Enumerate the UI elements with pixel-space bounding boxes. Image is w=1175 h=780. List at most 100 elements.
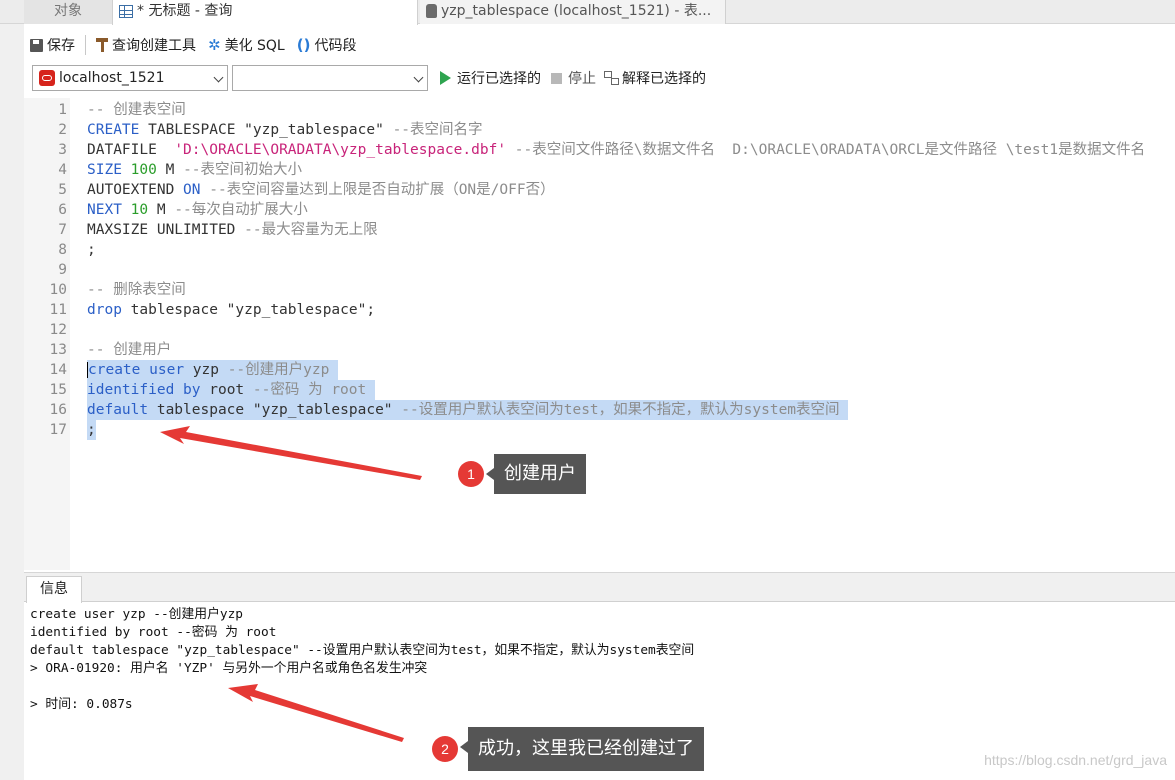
chevron-down-icon — [413, 72, 424, 83]
code-text: AUTOEXTEND — [87, 182, 184, 198]
tab-table[interactable]: yzp_tablespace (localhost_1521) - 表... — [420, 0, 726, 24]
explain-selected-button[interactable]: 解释已选择的 — [600, 65, 710, 91]
beautify-sql-button[interactable]: ✲ 美化 SQL — [202, 31, 291, 59]
play-icon — [440, 71, 451, 85]
line-number: 15 — [49, 382, 67, 398]
comment: -- 创建表空间 — [87, 102, 186, 118]
comment: --表空间名字 — [392, 122, 483, 138]
line-number: 5 — [58, 182, 67, 198]
save-label: 保存 — [47, 38, 75, 54]
result-panel-tabs: 信息 — [24, 572, 1175, 603]
keyword: create — [87, 362, 141, 378]
code-text: TABLESPACE "yzp_tablespace" — [139, 122, 393, 138]
comment: --最大容量为无上限 — [244, 222, 378, 238]
code-text: ; — [87, 242, 96, 258]
annotation-callout-1: 1 创建用户 — [458, 454, 586, 494]
code-line: 1 -- 创建表空间 — [24, 100, 1175, 120]
line-text: drop tablespace "yzp_tablespace"; — [87, 300, 375, 320]
line-text: -- 创建用户 — [87, 340, 171, 360]
number: 10 — [130, 202, 149, 218]
save-button[interactable]: 保存 — [24, 31, 81, 59]
code-text: tablespace "yzp_tablespace"; — [121, 302, 376, 318]
connection-row: localhost_1521 运行已选择的 停止 解释已选择的 — [24, 64, 710, 92]
tab-table-label: yzp_tablespace (localhost_1521) - 表... — [441, 3, 712, 19]
comment: --每次自动扩展大小 — [174, 202, 308, 218]
tab-messages[interactable]: 信息 — [26, 576, 82, 603]
toolbar: 保存 查询创建工具 ✲ 美化 SQL () 代码段 — [24, 30, 362, 60]
code-line: 12 — [24, 320, 1175, 340]
line-text: NEXT 10 M --每次自动扩展大小 — [87, 200, 308, 220]
code-line: 2 CREATE TABLESPACE "yzp_tablespace" --表空… — [24, 120, 1175, 140]
line-text: MAXSIZE UNLIMITED --最大容量为无上限 — [87, 220, 378, 240]
keyword: CREATE — [87, 122, 140, 138]
line-number: 4 — [58, 162, 67, 178]
code-text: MAXSIZE UNLIMITED — [87, 222, 245, 238]
keyword: user — [149, 362, 185, 378]
code-line: 5 AUTOEXTEND ON --表空间容量达到上限是否自动扩展（ON是/OFF… — [24, 180, 1175, 200]
query-builder-button[interactable]: 查询创建工具 — [90, 31, 202, 59]
sql-editor[interactable]: 1 -- 创建表空间 2 CREATE TABLESPACE "yzp_tables… — [24, 98, 1175, 570]
code-line: 6 NEXT 10 M --每次自动扩展大小 — [24, 200, 1175, 220]
keyword: default — [87, 402, 149, 418]
connection-selected: localhost_1521 — [59, 70, 165, 86]
code-snippet-label: 代码段 — [314, 38, 357, 54]
keyword: by — [183, 382, 201, 398]
annotation-badge: 2 — [432, 736, 458, 762]
comment: --创建用户yzp — [227, 362, 339, 378]
line-number: 12 — [49, 322, 67, 338]
message-line: create user yzp --创建用户yzp — [30, 607, 243, 622]
code-snippet-button[interactable]: () 代码段 — [291, 31, 363, 59]
message-line — [30, 678, 1170, 696]
selected-line-text: ; — [87, 420, 96, 440]
comment: -- 创建用户 — [87, 342, 172, 358]
explain-plan-icon — [604, 71, 619, 85]
error-message-line: > ORA-01920: 用户名 'YZP' 与另外一个用户名或角色名发生冲突 — [30, 661, 428, 676]
line-number: 14 — [49, 362, 67, 378]
comment: --表空间初始大小 — [183, 162, 303, 178]
code-line: 14 create user yzp --创建用户yzp — [24, 360, 1175, 380]
stop-icon — [551, 72, 562, 84]
tab-query[interactable]: * 无标题 - 查询 — [112, 0, 418, 25]
database-select[interactable] — [232, 65, 428, 91]
code-line: 13 -- 创建用户 — [24, 340, 1175, 360]
line-number: 2 — [58, 122, 67, 138]
beautify-sql-label: 美化 SQL — [224, 38, 285, 54]
code-text: M — [156, 162, 184, 178]
line-number: 13 — [49, 342, 67, 358]
code-text: yzp — [184, 362, 228, 378]
connection-select[interactable]: localhost_1521 — [32, 65, 228, 91]
stop-button[interactable]: 停止 — [547, 65, 600, 91]
hammer-icon — [96, 38, 108, 52]
line-number: 11 — [49, 302, 67, 318]
chevron-down-icon — [213, 72, 224, 83]
tab-bar: 对象 * 无标题 - 查询 yzp_tablespace (localhost_… — [0, 0, 1175, 25]
code-area[interactable]: 1 -- 创建表空间 2 CREATE TABLESPACE "yzp_tables… — [24, 100, 1175, 440]
annotation-badge: 1 — [458, 461, 484, 487]
code-line: 16 default tablespace "yzp_tablespace" --… — [24, 400, 1175, 420]
comment: -- 删除表空间 — [87, 282, 186, 298]
code-line: 4 SIZE 100 M --表空间初始大小 — [24, 160, 1175, 180]
tab-query-label: * 无标题 - 查询 — [137, 3, 233, 19]
run-selected-button[interactable]: 运行已选择的 — [434, 65, 547, 91]
string-literal: 'D:\ORACLE\ORADATA\yzp_tablespace.dbf' — [174, 142, 507, 158]
line-text: -- 创建表空间 — [87, 100, 186, 120]
line-number: 10 — [49, 282, 67, 298]
watermark: https://blog.csdn.net/grd_java — [984, 752, 1167, 768]
stop-label: 停止 — [568, 71, 596, 87]
line-text: -- 删除表空间 — [87, 280, 186, 300]
code-line: 9 — [24, 260, 1175, 280]
code-text: DATAFILE — [87, 142, 175, 158]
tab-objects[interactable]: 对象 — [24, 0, 112, 24]
table-icon — [426, 4, 437, 18]
code-line: 15 identified by root --密码 为 root — [24, 380, 1175, 400]
comment: --设置用户默认表空间为test，如果不指定，默认为system表空间 — [401, 402, 849, 418]
line-text: DATAFILE 'D:\ORACLE\ORADATA\yzp_tablespa… — [87, 140, 1145, 160]
line-number: 8 — [58, 242, 67, 258]
line-number: 6 — [58, 202, 67, 218]
comment: --表空间文件路径\数据文件名 D:\ORACLE\ORADATA\ORCL是文… — [506, 142, 1146, 158]
selected-line-text: identified by root --密码 为 root — [87, 380, 375, 400]
selected-line-text: default tablespace "yzp_tablespace" --设置… — [87, 400, 849, 420]
sparkle-icon: ✲ — [208, 36, 221, 54]
annotation-label: 创建用户 — [486, 454, 586, 494]
line-number: 1 — [58, 102, 67, 118]
